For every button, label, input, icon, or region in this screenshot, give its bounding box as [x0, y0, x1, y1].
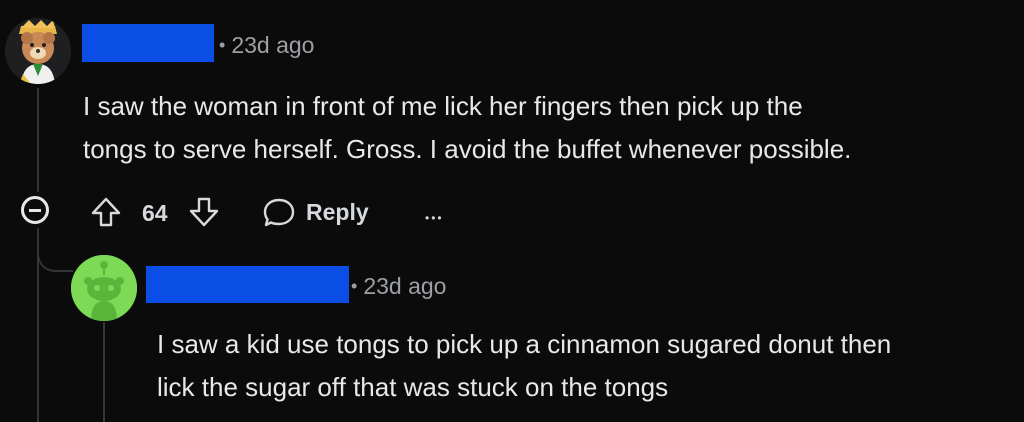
- user-avatar-icon: [5, 18, 71, 84]
- comment-text-line: lick the sugar off that was stuck on the…: [157, 372, 669, 402]
- upvote-arrow-icon: [91, 197, 121, 227]
- reply-label: Reply: [306, 198, 369, 225]
- avatar[interactable]: [5, 18, 71, 84]
- thread-line-main: [37, 88, 39, 192]
- minus-icon: [29, 208, 41, 212]
- reply-button[interactable]: Reply: [262, 196, 369, 228]
- thread-line-branch: [37, 232, 73, 272]
- comment-timestamp[interactable]: 23d ago: [363, 273, 446, 300]
- comment-text-line: I saw a kid use tongs to pick up a cinna…: [157, 329, 892, 359]
- comment-meta: • 23d ago: [351, 273, 446, 300]
- comment-bubble-icon: [263, 198, 295, 227]
- vote-count: 64: [142, 200, 168, 226]
- snoo-avatar-icon: [71, 255, 137, 321]
- reply-body: I saw a kid use tongs to pick up a cinna…: [157, 323, 891, 409]
- separator-dot: •: [219, 35, 226, 55]
- thread-line-reply: [103, 322, 105, 422]
- redacted-username[interactable]: [82, 24, 214, 62]
- redacted-username[interactable]: [146, 266, 349, 303]
- avatar[interactable]: [71, 255, 137, 321]
- separator-dot: •: [351, 276, 358, 296]
- comment-timestamp[interactable]: 23d ago: [231, 32, 314, 59]
- collapse-thread-button[interactable]: [21, 196, 49, 224]
- comment-meta: • 23d ago: [219, 32, 314, 59]
- comment-text-line: I saw the woman in front of me lick her …: [83, 91, 803, 121]
- comment-text-line: tongs to serve herself. Gross. I avoid t…: [83, 134, 852, 164]
- more-options-button[interactable]: •••: [425, 198, 444, 229]
- downvote-arrow-icon: [189, 197, 219, 227]
- upvote-button[interactable]: [90, 196, 122, 228]
- comment-body: I saw the woman in front of me lick her …: [83, 85, 851, 171]
- downvote-button[interactable]: [188, 196, 220, 228]
